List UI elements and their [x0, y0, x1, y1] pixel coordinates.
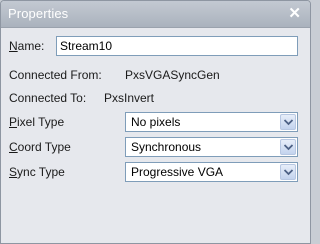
pixel-type-value: No pixels	[131, 115, 181, 129]
coord-type-label: Coord Type	[9, 140, 71, 154]
title-bar[interactable]: Properties ✕	[1, 1, 310, 28]
sync-type-value: Progressive VGA	[131, 165, 224, 179]
connected-to-value: PxsInvert	[104, 91, 155, 105]
sync-type-select[interactable]: Progressive VGA	[125, 162, 298, 182]
name-label: Name:	[9, 39, 45, 53]
coord-type-select[interactable]: Synchronous	[125, 137, 298, 157]
sync-type-label: Sync Type	[9, 165, 65, 179]
connected-from-label: Connected From:	[9, 68, 102, 82]
chevron-down-icon[interactable]	[280, 164, 296, 180]
chevron-down-icon[interactable]	[280, 139, 296, 155]
dialog-content: Name: Connected From: PxsVGASyncGen Conn…	[1, 28, 310, 243]
properties-dialog: Properties ✕ Name: Connected From: PxsVG…	[0, 0, 311, 244]
pixel-type-select[interactable]: No pixels	[125, 112, 298, 132]
coord-type-value: Synchronous	[131, 140, 202, 154]
close-icon[interactable]: ✕	[288, 4, 301, 22]
name-field[interactable]	[56, 36, 298, 56]
dialog-title: Properties	[8, 6, 69, 21]
chevron-down-icon[interactable]	[280, 114, 296, 130]
pixel-type-label: Pixel Type	[9, 115, 65, 129]
connected-to-label: Connected To:	[9, 91, 87, 105]
connected-from-value: PxsVGASyncGen	[125, 68, 220, 82]
